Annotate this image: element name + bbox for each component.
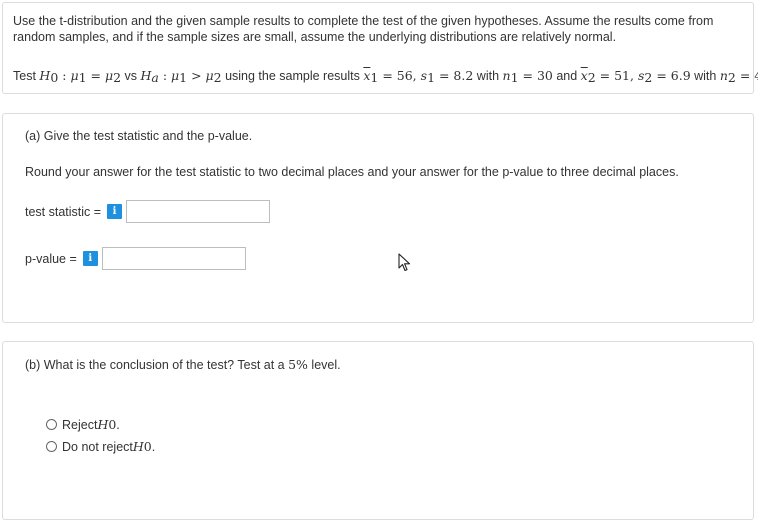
s2-value: = 6.9 [652,68,691,83]
option-label: Reject [62,417,98,432]
n-symbol: n [719,68,728,83]
mu-symbol: μ [70,68,79,83]
significance-level: 5% [288,357,308,372]
radio-button[interactable] [46,441,57,452]
using-text: using the sample results [221,69,364,83]
h-symbol: H [97,417,109,432]
p-value-input[interactable] [101,247,246,270]
n2-value: = 40 [739,68,758,83]
vs-text: vs [121,69,141,83]
mouse-pointer-icon [398,253,411,272]
xbar1-value: = 56, [378,68,421,83]
and-text: and [552,69,581,83]
n-sub: 2 [727,70,736,85]
info-icon[interactable]: i [82,251,98,266]
p-value-label: p-value = [25,251,77,266]
mu-sub: 1 [78,70,87,85]
test-label: Test [13,69,36,83]
hypothesis-statement: Test H0 : μ1 = μ2 vs Ha : μ1 > μ2 using … [13,68,758,85]
ha-sub: a [151,70,159,85]
mu-sub: 2 [113,70,122,85]
xbar-symbol: x [580,68,588,83]
xbar2-value: = 51, [595,68,638,83]
reject-h0-option[interactable]: Reject H0. [46,417,120,432]
period: . [116,417,120,432]
intro-panel: Use the t-distribution and the given sam… [2,2,758,94]
option-label: Do not reject [62,439,133,454]
n1-value: = 30 [518,68,553,83]
equals: = [86,68,105,83]
part-b-panel: (b) What is the conclusion of the test? … [2,341,754,520]
p-value-row: p-value = i [25,247,246,270]
do-not-reject-h0-option[interactable]: Do not reject H0. [46,439,155,454]
part-b-title-suffix: level. [307,358,341,372]
mu-sub: 1 [179,70,188,85]
mu-symbol: μ [205,68,214,83]
test-statistic-input[interactable] [126,200,271,223]
s-sub: 1 [427,70,436,85]
rounding-instructions: Round your answer for the test statistic… [25,165,679,179]
n-sub: 1 [510,70,519,85]
part-b-title: (b) What is the conclusion of the test? … [25,357,341,372]
part-a-title: (a) Give the test statistic and the p-va… [25,129,253,143]
s1-value: = 8.2 [435,68,474,83]
h0-symbol: H [39,68,51,83]
info-icon[interactable]: i [107,204,123,219]
xbar-sub: 2 [587,70,596,85]
ha-symbol: H [140,68,152,83]
h-sub: 0 [108,417,117,432]
mu-sub: 2 [213,70,222,85]
intro-text: Use the t-distribution and the given sam… [13,14,714,44]
colon: : [158,68,172,83]
test-statistic-label: test statistic = [25,204,102,219]
mu-symbol: μ [104,68,114,83]
with-text: with [473,69,503,83]
mu-symbol: μ [171,68,180,83]
period: . [151,439,156,454]
part-b-title-text: (b) What is the conclusion of the test? … [25,358,289,372]
greater-than: > [187,68,206,83]
n-symbol: n [502,68,511,83]
colon: : [58,68,71,83]
part-a-panel: (a) Give the test statistic and the p-va… [2,113,754,323]
h-symbol: H [132,439,144,454]
radio-button[interactable] [46,419,57,430]
test-statistic-row: test statistic = i [25,200,271,223]
with-text: with [690,69,720,83]
h-sub: 0 [143,439,152,454]
